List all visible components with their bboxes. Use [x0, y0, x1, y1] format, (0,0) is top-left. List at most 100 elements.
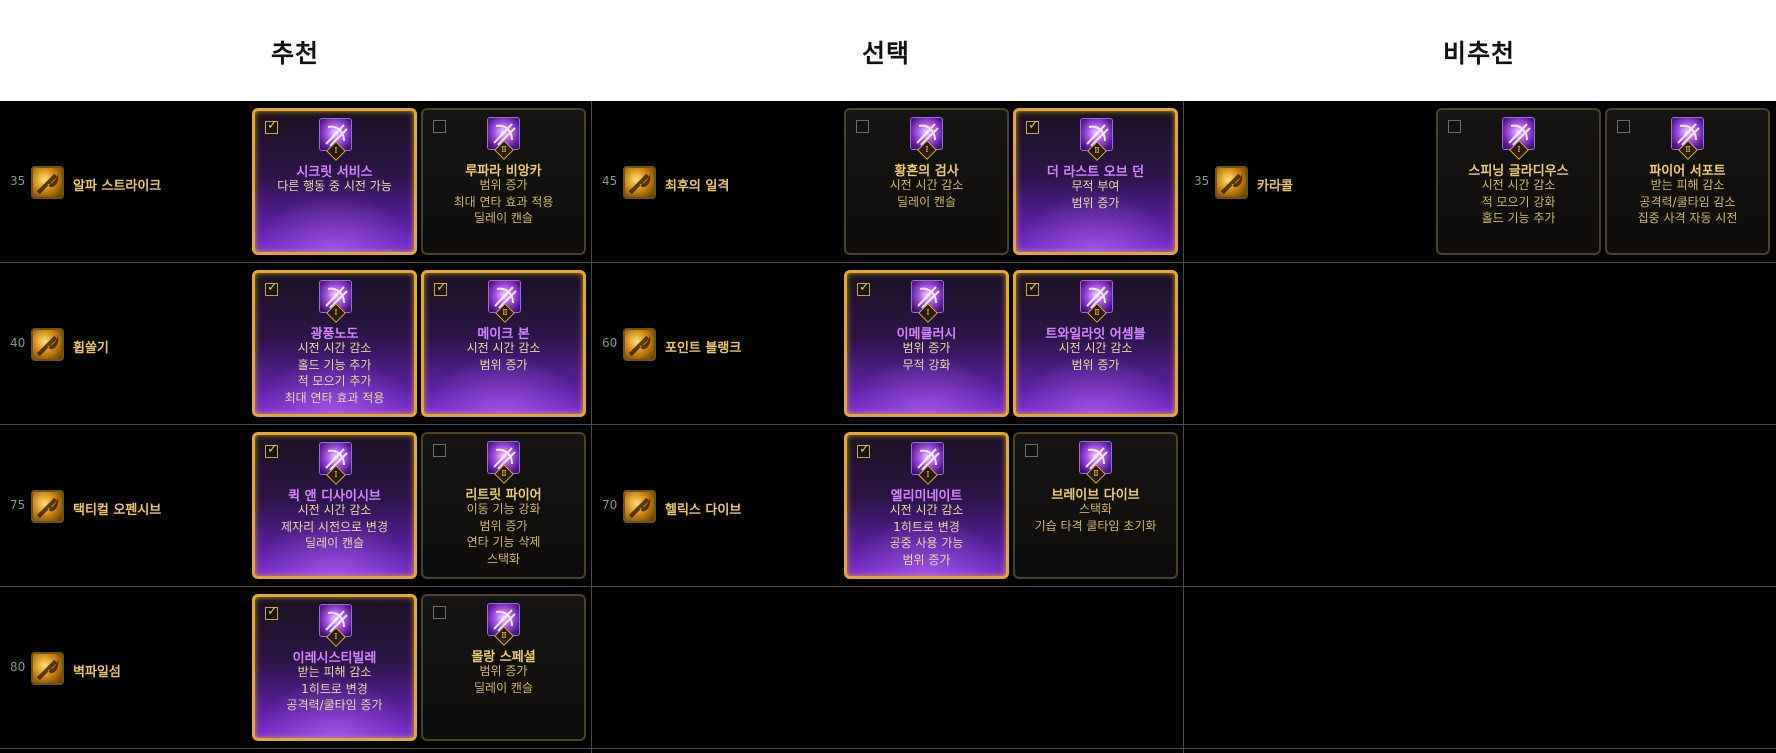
tripod-effect-line: 다른 행동 중 시전 가능 — [277, 179, 392, 193]
skill-level: 70 — [602, 498, 618, 512]
tripod-card[interactable]: ✓ Ⅰ 시크릿 서비스 다른 행동 중 시전 가능 — [252, 108, 417, 255]
tripod-card[interactable]: ✓ Ⅰ 이레시스티빌레 받는 피해 감소 1히트로 변경 공격력/쿨타임 증가 — [252, 594, 417, 741]
skill-row: 75 택티컬 오펜시브 ✓ Ⅰ 퀵 앤 디사이시브 시전 시간 감소 제자리 시전으로 변경… — [0, 425, 1776, 587]
helix-dive-icon[interactable] — [623, 490, 656, 523]
tripod-checkbox[interactable] — [856, 120, 869, 133]
skill-cell: 35 알파 스트라이크 ✓ Ⅰ 시크릿 서비스 다른 행동 중 시전 가능 Ⅱ 루파라 비앙카… — [0, 101, 591, 263]
point-blank-icon[interactable] — [623, 328, 656, 361]
check-icon: ✓ — [436, 280, 447, 295]
tripod-effect-line: 기습 타격 쿨타임 초기화 — [1034, 518, 1157, 533]
tripod-checkbox[interactable] — [1617, 120, 1630, 133]
skill-name: 택티컬 오펜시브 — [73, 503, 162, 518]
column-header-bar: 추천 선택 비추천 — [0, 0, 1776, 101]
tripod-description: 무적 부여 범위 증가 — [1016, 178, 1175, 211]
skill-level: 75 — [10, 498, 26, 512]
skill-row: 80 벽파일섬 ✓ Ⅰ 이레시스티빌레 받는 피해 감소 1히트로 변경 공격력/쿨타임 증가… — [0, 587, 1776, 749]
tripod-effect-line: 딜레이 캔슬 — [896, 194, 956, 209]
tripod-description: 스택화기습 타격 쿨타임 초기화 — [1015, 501, 1176, 534]
tripod-checkbox[interactable]: ✓ — [857, 280, 870, 296]
tripod-description: 시전 시간 감소 제자리 시전으로 변경 딜레이 캔슬 — [255, 502, 414, 552]
skill-name: 카라콜 — [1257, 179, 1293, 194]
tripod-effect-line: 연타 기능 삭제 — [466, 535, 541, 549]
tripod-effect-line: 범위 증가 — [1071, 195, 1120, 210]
tripod-effect-line: 범위 증가 — [902, 552, 951, 567]
cross-slash-icon[interactable] — [31, 652, 64, 685]
tripod-checkbox[interactable] — [1448, 120, 1461, 133]
tripod-checkbox[interactable] — [433, 120, 446, 133]
tripod-card[interactable]: Ⅱ 파이어 서포트 받는 피해 감소 공격력/쿨타임 감소 집중 사격 자동 시전 — [1605, 108, 1770, 255]
tripod-description: 시전 시간 감소딜레이 캔슬 — [846, 177, 1007, 210]
tripod-card[interactable]: ✓ Ⅰ 엘리미네이트 시전 시간 감소 1히트로 변경 공중 사용 가능 범위 증가 — [844, 432, 1009, 579]
skill-cell: 35 카라콜 Ⅰ 스피닝 글라디우스 시전 시간 감소 적 모으기 강화 홀드 기능 추가 Ⅱ… — [1184, 101, 1775, 263]
tripod-effect-line: 범위 증가 — [1071, 357, 1120, 372]
tripod-card[interactable]: Ⅱ 루파라 비앙카 범위 증가 최대 연타 효과 적용 딜레이 캔슬 — [421, 108, 586, 255]
tripod-effect-line: 딜레이 캔슬 — [304, 536, 364, 550]
tripod-card[interactable]: Ⅱ 리트릿 파이어 이동 기능 강화 범위 증가 연타 기능 삭제 스택화 — [421, 432, 586, 579]
tripod-card[interactable]: ✓ Ⅰ 광풍노도 시전 시간 감소 홀드 기능 추가 적 모으기 추가 최대 연타 효과 적… — [252, 270, 417, 417]
tripod-description: 시전 시간 감소범위 증가 — [424, 340, 583, 373]
tripod-checkbox[interactable]: ✓ — [265, 442, 278, 458]
tripod-description: 다른 행동 중 시전 가능 — [255, 178, 414, 195]
tripod-card[interactable]: ✓ Ⅱ 메이크 본 시전 시간 감소 범위 증가 — [421, 270, 586, 417]
tactical-blade-icon[interactable] — [31, 490, 64, 523]
spin-dash-icon[interactable] — [1215, 166, 1248, 199]
dagger-strike-icon[interactable] — [31, 166, 64, 199]
check-icon: ✓ — [1028, 280, 1039, 295]
tripod-description: 받는 피해 감소 공격력/쿨타임 감소 집중 사격 자동 시전 — [1607, 177, 1768, 227]
tripod-effect-line: 집중 사격 자동 시전 — [1637, 211, 1738, 225]
tripod-effect-line: 범위 증가 — [479, 178, 528, 192]
tripod-effect-line: 최대 연타 효과 적용 — [453, 194, 554, 209]
skill-cell: 70 헬릭스 다이브 ✓ Ⅰ 엘리미네이트 시전 시간 감소 1히트로 변경 공중 사용 가능… — [592, 425, 1183, 587]
tripod-checkbox[interactable]: ✓ — [265, 280, 278, 296]
tripod-card[interactable]: Ⅰ 황혼의 검사 시전 시간 감소 딜레이 캔슬 — [844, 108, 1009, 255]
tripod-description: 범위 증가딜레이 캔슬 — [423, 663, 584, 696]
tripod-description: 시전 시간 감소 적 모으기 강화 홀드 기능 추가 — [1438, 177, 1599, 227]
skill-name: 최후의 일격 — [665, 179, 730, 194]
tripod-effect-line: 적 모으기 강화 — [1481, 194, 1556, 209]
tripod-checkbox[interactable]: ✓ — [265, 604, 278, 620]
sweep-icon[interactable] — [31, 328, 64, 361]
tripod-effect-line: 스택화 — [1078, 502, 1113, 516]
tripod-effect-line: 시전 시간 감소 — [297, 341, 372, 355]
skill-level: 35 — [1194, 174, 1210, 188]
check-icon: ✓ — [267, 280, 278, 295]
tripod-card[interactable]: ✓ Ⅰ 퀵 앤 디사이시브 시전 시간 감소 제자리 시전으로 변경 딜레이 캔슬 — [252, 432, 417, 579]
tripod-card[interactable]: ✓ Ⅱ 더 라스트 오브 던 무적 부여 범위 증가 — [1013, 108, 1178, 255]
skill-name: 휩쓸기 — [73, 341, 109, 356]
check-icon: ✓ — [859, 280, 870, 295]
tripod-checkbox[interactable] — [433, 606, 446, 619]
tripod-checkbox[interactable] — [433, 444, 446, 457]
tripod-description: 시전 시간 감소 1히트로 변경 공중 사용 가능 범위 증가 — [847, 502, 1006, 568]
tripod-effect-line: 범위 증가 — [479, 518, 528, 533]
skill-cell: 45 최후의 일격 Ⅰ 황혼의 검사 시전 시간 감소 딜레이 캔슬 ✓ Ⅱ 더 라스트 오브 … — [592, 101, 1183, 263]
tripod-effect-line: 1히트로 변경 — [301, 681, 368, 696]
tripod-effect-line: 시전 시간 감소 — [1481, 178, 1556, 192]
tripod-checkbox[interactable]: ✓ — [1026, 280, 1039, 296]
tripod-effect-line: 시전 시간 감소 — [889, 178, 964, 192]
tripod-effect-line: 범위 증가 — [479, 664, 528, 678]
tripod-checkbox[interactable]: ✓ — [857, 442, 870, 458]
skill-row: 40 휩쓸기 ✓ Ⅰ 광풍노도 시전 시간 감소 홀드 기능 추가 적 모으기 추가 최대 연타… — [0, 263, 1776, 425]
skill-level: 40 — [10, 336, 26, 350]
skill-cell: 75 택티컬 오펜시브 ✓ Ⅰ 퀵 앤 디사이시브 시전 시간 감소 제자리 시전으로 변경… — [0, 425, 591, 587]
tripod-card[interactable]: Ⅰ 스피닝 글라디우스 시전 시간 감소 적 모으기 강화 홀드 기능 추가 — [1436, 108, 1601, 255]
tripod-card[interactable]: ✓ Ⅰ 이메큘러시 범위 증가 무적 강화 — [844, 270, 1009, 417]
tripod-card[interactable]: ✓ Ⅱ 트와일라잇 어셈블 시전 시간 감소 범위 증가 — [1013, 270, 1178, 417]
tripod-effect-line: 범위 증가 — [479, 357, 528, 372]
tripod-card[interactable]: Ⅱ 브레이브 다이브 스택화 기습 타격 쿨타임 초기화 — [1013, 432, 1178, 579]
crescent-slash-icon[interactable] — [623, 166, 656, 199]
tripod-card[interactable]: Ⅱ 몰랑 스페셜 범위 증가 딜레이 캔슬 — [421, 594, 586, 741]
tripod-checkbox[interactable]: ✓ — [265, 118, 278, 134]
tripod-effect-line: 공격력/쿨타임 증가 — [286, 698, 383, 712]
tripod-effect-line: 시전 시간 감소 — [466, 341, 541, 355]
skill-level: 80 — [10, 660, 26, 674]
tripod-effect-line: 적 모으기 추가 — [297, 374, 372, 388]
tripod-checkbox[interactable]: ✓ — [1026, 118, 1039, 134]
skill-cell: 80 벽파일섬 ✓ Ⅰ 이레시스티빌레 받는 피해 감소 1히트로 변경 공격력/쿨타임 증가… — [0, 587, 591, 749]
skill-name: 알파 스트라이크 — [73, 179, 162, 194]
tripod-effect-line: 딜레이 캔슬 — [473, 680, 533, 695]
tripod-effect-line: 공중 사용 가능 — [889, 536, 964, 550]
skill-level: 35 — [10, 174, 26, 188]
tripod-checkbox[interactable] — [1025, 444, 1038, 457]
tripod-checkbox[interactable]: ✓ — [434, 280, 447, 296]
